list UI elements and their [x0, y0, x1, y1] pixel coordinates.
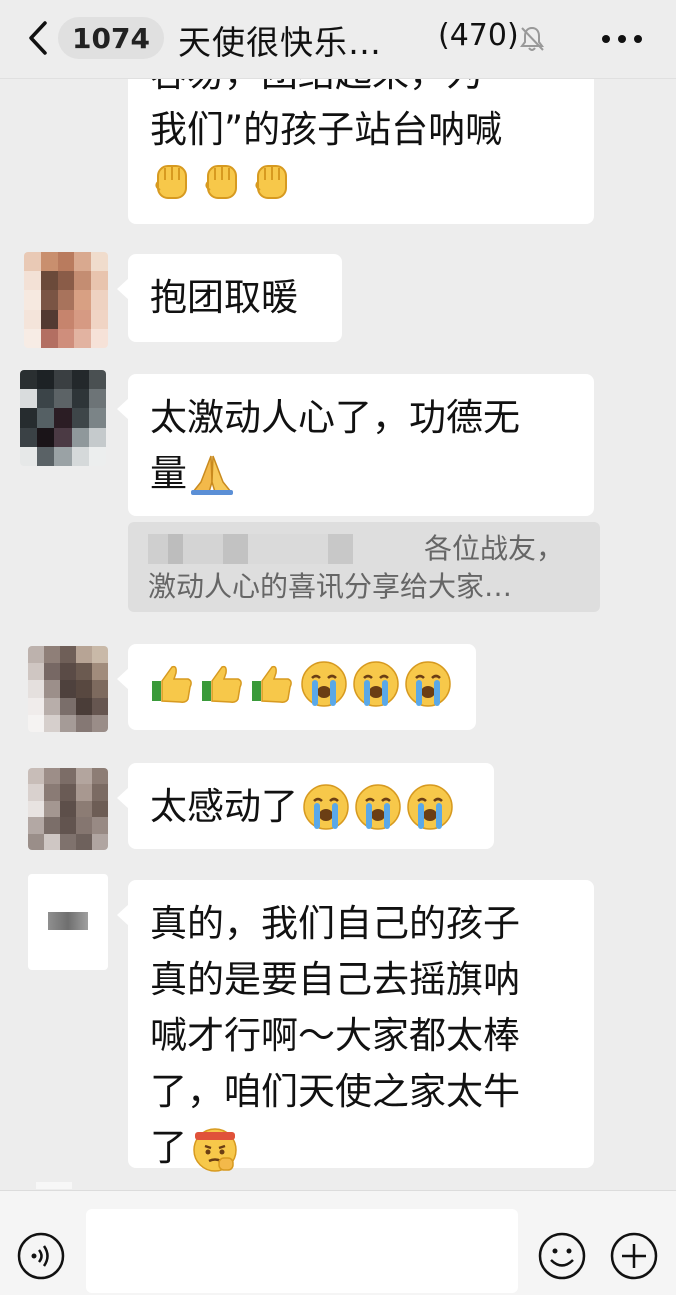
determined-face-emoji [193, 1128, 237, 1172]
crying-emoji [301, 661, 347, 707]
fist-emoji [205, 165, 237, 199]
message-text-line: 了 [150, 1126, 187, 1169]
chat-title[interactable]: 天使很快乐… [178, 16, 382, 64]
plus-icon[interactable] [609, 1231, 659, 1281]
member-count: (470) [438, 18, 519, 53]
back-button[interactable] [20, 18, 56, 58]
message-text-line: 了，咱们天使之家太牛 [150, 1070, 520, 1113]
unread-count-badge[interactable]: 1074 [58, 17, 164, 59]
message-text: 太感动了 [150, 785, 298, 828]
chevron-left-icon [29, 21, 47, 55]
message-bubble[interactable]: 真的，我们自己的孩子 真的是要自己去摇旗呐 喊才行啊～大家都太棒 了，咱们天使之… [117, 880, 594, 1172]
emoji-icon[interactable] [537, 1231, 587, 1281]
message-text-line: 太激动人心了，功德无 [150, 396, 520, 439]
avatar[interactable] [24, 252, 108, 348]
pray-emoji [191, 455, 233, 495]
quoted-text-line: 激动人心的喜讯分享给大家… [148, 570, 513, 603]
more-options-icon[interactable] [600, 24, 644, 54]
message-text-line: 我们”的孩子站台呐喊 [150, 108, 503, 151]
message-text-line: 喊才行啊～大家都太棒 [150, 1014, 520, 1057]
chat-header: 1074 天使很快乐… (470) [0, 0, 676, 79]
thumbs-up-emoji [152, 665, 192, 703]
crying-emoji [303, 784, 349, 830]
message-text: 抱团取暖 [150, 276, 298, 319]
message-input[interactable] [86, 1209, 518, 1293]
quoted-sender-blurred [148, 534, 398, 564]
crying-emoji [407, 784, 453, 830]
thumbs-up-emoji [252, 665, 292, 703]
quoted-text-line: 各位战友， [424, 532, 565, 565]
voice-input-icon[interactable] [16, 1231, 66, 1281]
message-text-line: 真的是要自己去摇旗呐 [150, 958, 520, 1001]
message-bubble[interactable]: 太激动人心了，功德无 量 [117, 374, 594, 516]
message-text-line: 量 [150, 452, 187, 495]
fist-emoji [155, 165, 187, 199]
fist-emoji [255, 165, 287, 199]
mute-bell-icon [520, 26, 544, 51]
message-text-line: 真的，我们自己的孩子 [150, 902, 520, 945]
message-bubble[interactable] [117, 644, 476, 730]
message-bubble[interactable]: 容易，团结起来，为 我们”的孩子站台呐喊 [128, 79, 594, 224]
avatar[interactable] [28, 768, 108, 850]
avatar[interactable] [20, 370, 106, 466]
input-bar [0, 1190, 676, 1295]
crying-emoji [353, 661, 399, 707]
message-text-line: 容易，团结起来，为 [150, 79, 572, 102]
message-bubble[interactable]: 太感动了 [117, 763, 494, 849]
avatar[interactable] [28, 874, 108, 970]
thumbs-up-emoji [202, 665, 242, 703]
chat-messages[interactable]: 容易，团结起来，为 我们”的孩子站台呐喊 [0, 79, 676, 1189]
message-bubble[interactable]: 抱团取暖 [117, 254, 342, 342]
quoted-message[interactable]: 各位战友， 激动人心的喜讯分享给大家… [128, 522, 600, 612]
crying-emoji [355, 784, 401, 830]
avatar-partial [36, 1182, 72, 1189]
crying-emoji [405, 661, 451, 707]
avatar[interactable] [28, 646, 108, 732]
